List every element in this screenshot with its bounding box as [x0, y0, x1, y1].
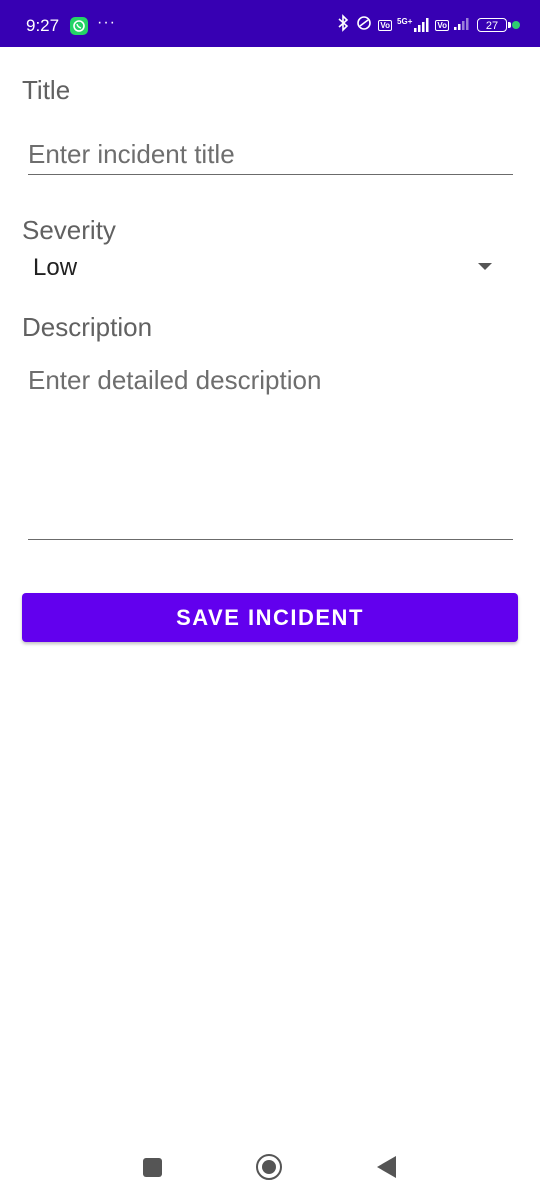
recents-icon[interactable]: [143, 1158, 162, 1177]
title-label: Title: [22, 75, 71, 105]
link-icon: [355, 15, 373, 36]
description-input[interactable]: Enter detailed description: [28, 364, 513, 396]
back-icon[interactable]: [377, 1156, 396, 1178]
save-incident-button[interactable]: SAVE INCIDENT: [22, 593, 518, 642]
more-notifications-icon: ···: [97, 14, 116, 31]
severity-value[interactable]: Low: [33, 253, 77, 283]
status-bar: 9:27 ··· Vo 5G+ Vo 27: [0, 0, 540, 47]
bluetooth-icon: [336, 13, 350, 37]
signal-icon-2: [454, 16, 472, 35]
privacy-dot-icon: [512, 21, 520, 29]
title-input[interactable]: Enter incident title: [28, 138, 513, 170]
title-input-underline: [28, 174, 513, 175]
home-icon[interactable]: [256, 1154, 282, 1180]
battery-level: 27: [485, 20, 499, 32]
severity-label: Severity: [22, 215, 116, 245]
severity-spinner[interactable]: [22, 248, 512, 288]
description-input-underline: [28, 539, 513, 540]
whatsapp-icon: [70, 17, 88, 35]
battery-icon: 27: [477, 18, 511, 32]
volte-badge: Vo: [378, 19, 393, 31]
signal-icon: 5G+: [397, 18, 430, 32]
status-time: 9:27: [26, 16, 60, 35]
network-type-label: 5G+: [397, 17, 413, 26]
chevron-down-icon[interactable]: [478, 263, 492, 270]
volte-badge-2: Vo: [435, 19, 449, 31]
status-icons: Vo 5G+ Vo 27: [336, 13, 520, 37]
description-label: Description: [22, 312, 153, 342]
